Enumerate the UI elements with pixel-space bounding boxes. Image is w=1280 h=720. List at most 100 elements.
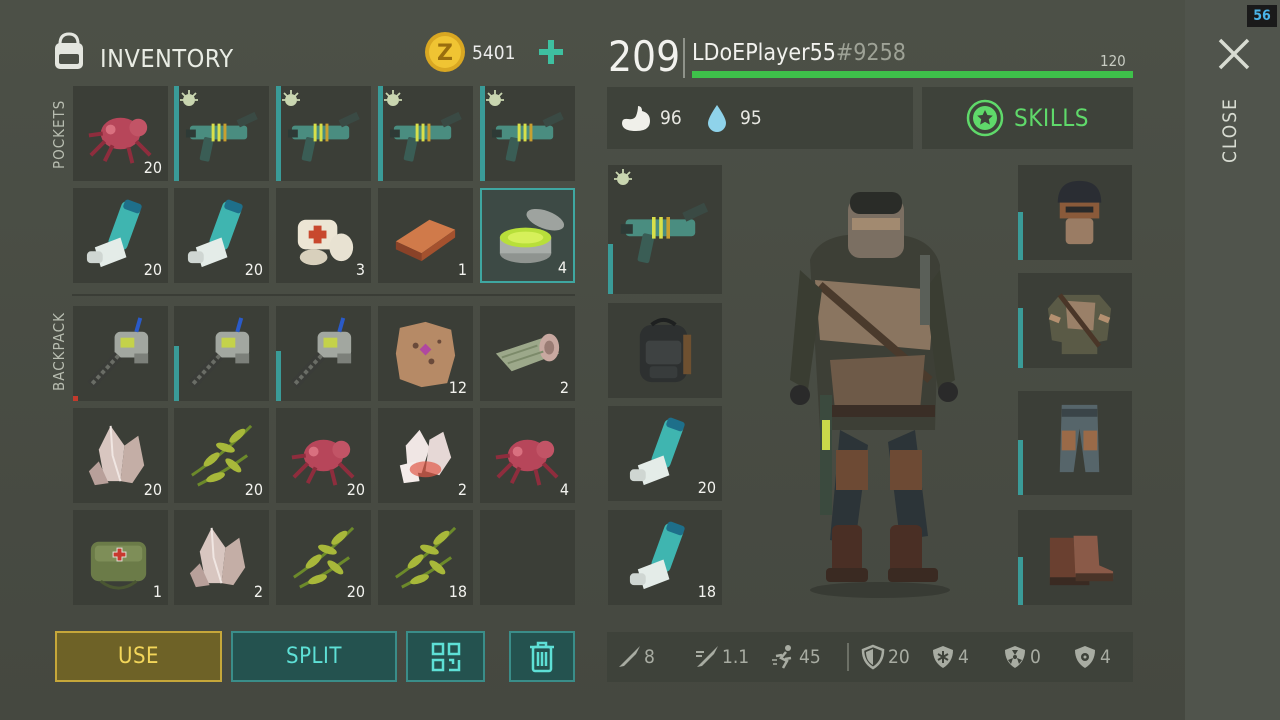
inhaler-icon — [629, 417, 685, 486]
food-value: 96 — [660, 107, 682, 129]
item-slot[interactable] — [1018, 391, 1132, 495]
xp-bar — [692, 71, 1133, 78]
item-slot[interactable] — [1018, 510, 1132, 605]
durability-bar — [480, 86, 485, 181]
player-name: LDoEPlayer55#9258 — [692, 40, 906, 66]
trash-icon — [530, 641, 554, 672]
sort-button[interactable] — [406, 631, 485, 682]
skills-label: SKILLS — [1014, 104, 1089, 132]
level-badge-icon — [384, 90, 402, 106]
item-count: 12 — [448, 378, 467, 397]
close-label[interactable]: CLOSE — [1219, 95, 1241, 165]
item-count: 20 — [143, 158, 162, 177]
item-slot[interactable]: 4 — [480, 188, 575, 283]
armor-value: 20 — [888, 646, 910, 668]
item-slot[interactable]: 1 — [73, 510, 168, 605]
item-slot[interactable]: 20 — [276, 408, 371, 503]
item-slot[interactable] — [608, 165, 722, 294]
biohazard-shield-icon — [1075, 646, 1095, 668]
attack-speed-stat: 1.1 — [694, 644, 749, 670]
item-slot[interactable] — [73, 306, 168, 401]
chainsaw-icon — [87, 317, 149, 389]
item-count: 4 — [557, 258, 567, 277]
inhaler-icon — [629, 521, 685, 590]
damage-value: 8 — [644, 646, 655, 668]
item-slot[interactable]: 2 — [480, 306, 575, 401]
durability-bar — [1018, 440, 1023, 495]
player-character — [790, 192, 958, 598]
item-slot[interactable]: 2 — [174, 510, 269, 605]
item-count: 1 — [457, 260, 467, 279]
item-count: 1 — [152, 582, 162, 601]
player-tag: #9258 — [835, 40, 906, 66]
bandage-icon — [297, 219, 354, 266]
item-slot[interactable]: 4 — [480, 408, 575, 503]
salt-crystal-icon — [399, 429, 452, 484]
durability-bar — [276, 351, 281, 401]
stomach-icon — [622, 106, 650, 131]
xp-bar-fill — [692, 71, 1133, 78]
item-slot[interactable] — [276, 86, 371, 181]
item-slot[interactable]: 20 — [276, 510, 371, 605]
item-slot[interactable] — [480, 86, 575, 181]
star-icon — [966, 99, 1004, 137]
level-badge-icon — [614, 169, 632, 185]
item-slot[interactable]: 2 — [378, 408, 473, 503]
item-count: 20 — [244, 260, 263, 279]
helmet-icon — [1057, 180, 1102, 245]
player-level: 209 — [608, 32, 681, 81]
cold-resist-value: 4 — [958, 646, 969, 668]
armored-jacket-icon — [1047, 293, 1112, 355]
cold-resist-stat: 4 — [930, 644, 969, 670]
delete-button[interactable] — [509, 631, 575, 682]
armor-stat: 20 — [860, 644, 910, 670]
attack-speed-value: 1.1 — [722, 646, 750, 668]
item-slot[interactable] — [608, 303, 722, 398]
item-slot[interactable]: 20 — [174, 408, 269, 503]
durability-bar — [1018, 557, 1023, 605]
knife-speed-icon — [696, 646, 718, 667]
item-slot[interactable]: 20 — [608, 406, 722, 501]
item-slot[interactable] — [1018, 273, 1132, 368]
item-slot[interactable]: 18 — [378, 510, 473, 605]
player-name-text: LDoEPlayer55 — [692, 40, 836, 66]
empty-slot[interactable] — [480, 510, 575, 605]
item-slot[interactable]: 18 — [608, 510, 722, 605]
durability-bar — [608, 244, 613, 294]
item-slot[interactable] — [276, 306, 371, 401]
coin-icon: Z — [425, 32, 465, 72]
quartz-crystal-icon — [189, 527, 246, 588]
level-badge-icon — [282, 90, 300, 106]
item-slot[interactable] — [378, 86, 473, 181]
item-slot[interactable]: 12 — [378, 306, 473, 401]
infection-resist-stat: 4 — [1072, 644, 1111, 670]
chainsaw-icon — [290, 317, 352, 389]
item-slot[interactable]: 20 — [73, 188, 168, 283]
radiation-resist-value: 0 — [1030, 646, 1041, 668]
item-slot[interactable]: 20 — [174, 188, 269, 283]
split-button[interactable]: SPLIT — [231, 631, 397, 682]
infection-resist-value: 4 — [1100, 646, 1111, 668]
level-badge-icon — [180, 90, 198, 106]
shield-icon — [861, 644, 885, 670]
item-count: 18 — [697, 582, 716, 601]
durability-bar — [1018, 308, 1023, 368]
item-slot[interactable]: 3 — [276, 188, 371, 283]
item-slot[interactable]: 1 — [378, 188, 473, 283]
item-slot[interactable] — [174, 86, 269, 181]
item-slot[interactable]: 20 — [73, 408, 168, 503]
add-coins-button[interactable] — [536, 37, 566, 67]
close-icon[interactable] — [1216, 36, 1252, 72]
use-button[interactable]: USE — [55, 631, 222, 682]
item-slot[interactable] — [1018, 165, 1132, 260]
inventory-title: INVENTORY — [100, 44, 234, 73]
item-count: 2 — [253, 582, 263, 601]
coin-balance: 5401 — [472, 42, 516, 64]
move-speed-stat: 45 — [771, 644, 821, 670]
item-slot[interactable] — [174, 306, 269, 401]
backpack-icon — [55, 32, 83, 69]
item-slot[interactable]: 20 — [73, 86, 168, 181]
level-badge-icon — [486, 90, 504, 106]
fabric-roll-icon — [495, 333, 560, 372]
running-icon — [772, 645, 792, 669]
